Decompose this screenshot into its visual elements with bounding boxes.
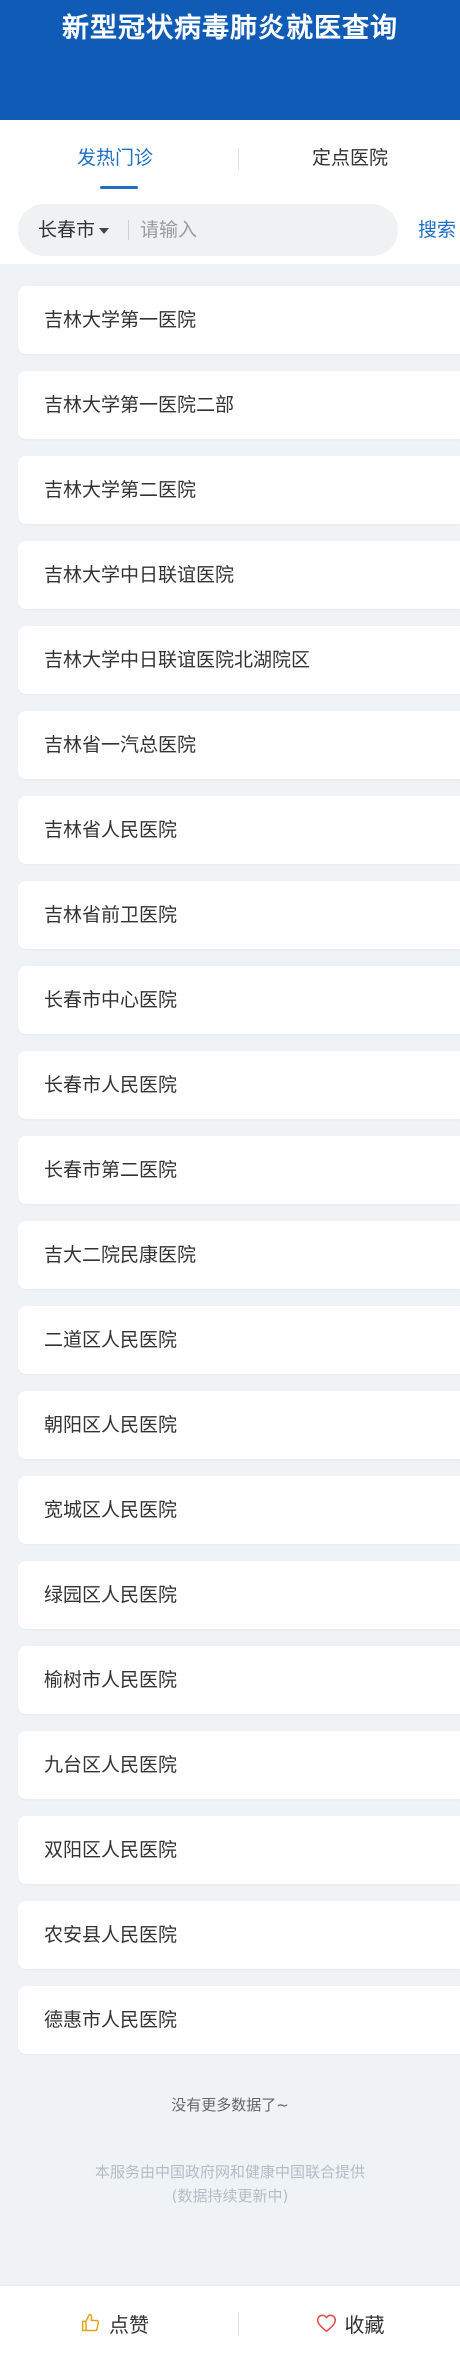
list-item[interactable]: 农安县人民医院: [18, 1901, 460, 1969]
list-item-label: 吉林大学中日联谊医院: [44, 564, 235, 586]
list-item-label: 吉林大学中日联谊医院北湖院区: [44, 649, 311, 671]
header: 新型冠状病毒肺炎就医查询: [0, 0, 460, 120]
list-item[interactable]: 朝阳区人民医院: [18, 1391, 460, 1459]
list-item[interactable]: 长春市人民医院: [18, 1051, 460, 1119]
list-item-label: 长春市第二医院: [44, 1159, 178, 1181]
list-item-label: 宽城区人民医院: [44, 1499, 178, 1521]
list-item-label: 长春市人民医院: [44, 1074, 178, 1096]
list-item-label: 吉林大学第二医院: [44, 479, 197, 501]
heart-icon: [316, 2314, 336, 2333]
list-item-label: 绿园区人民医院: [44, 1584, 178, 1606]
search-button[interactable]: 搜索: [418, 204, 456, 256]
list-item-label: 长春市中心医院: [44, 989, 178, 1011]
favorite-label: 收藏: [344, 2312, 385, 2337]
list-item-label: 农安县人民医院: [44, 1924, 178, 1946]
search-separator: [128, 220, 129, 240]
list-item[interactable]: 吉林大学中日联谊医院: [18, 541, 460, 609]
list-item[interactable]: 德惠市人民医院: [18, 1986, 460, 2054]
search-box: 长春市: [18, 204, 398, 256]
list-item-label: 朝阳区人民医院: [44, 1414, 178, 1436]
tab-bar: 发热门诊 定点医院: [0, 120, 460, 198]
list-item-label: 德惠市人民医院: [44, 2009, 178, 2031]
caret-down-icon: [99, 227, 110, 234]
city-select[interactable]: 长春市: [38, 204, 110, 256]
footer-note-line2: (数据持续更新中): [171, 2187, 289, 2205]
list-item-label: 二道区人民医院: [44, 1329, 178, 1351]
bottom-bar: 点赞 收藏: [0, 2285, 460, 2360]
list-item[interactable]: 吉林大学中日联谊医院北湖院区: [18, 626, 460, 694]
footer-note: 本服务由中国政府网和健康中国联合提供 (数据持续更新中): [0, 2160, 460, 2208]
active-tab-indicator: [100, 186, 138, 189]
list-item[interactable]: 宽城区人民医院: [18, 1476, 460, 1544]
list-item-label: 双阳区人民医院: [44, 1839, 178, 1861]
like-button[interactable]: 点赞: [0, 2286, 230, 2360]
list-item[interactable]: 双阳区人民医院: [18, 1816, 460, 1884]
search-input[interactable]: [140, 204, 380, 256]
list-item[interactable]: 长春市中心医院: [18, 966, 460, 1034]
list-item-label: 吉林大学第一医院: [44, 309, 197, 331]
city-select-label: 长春市: [38, 219, 96, 241]
page-title: 新型冠状病毒肺炎就医查询: [62, 13, 398, 44]
list-item[interactable]: 吉林大学第一医院二部: [18, 371, 460, 439]
list-item[interactable]: 绿园区人民医院: [18, 1561, 460, 1629]
footer-note-line1: 本服务由中国政府网和健康中国联合提供: [94, 2163, 365, 2181]
bottom-divider: [238, 2312, 239, 2336]
list-item-label: 吉林省一汽总医院: [44, 734, 197, 756]
list-item-label: 吉林省人民医院: [44, 819, 178, 841]
list-item-label: 九台区人民医院: [44, 1754, 178, 1776]
list-item[interactable]: 吉林省一汽总医院: [18, 711, 460, 779]
list-item[interactable]: 九台区人民医院: [18, 1731, 460, 1799]
no-more-data-text: 没有更多数据了~: [171, 2096, 289, 2114]
list-item-label: 吉大二院民康医院: [44, 1244, 197, 1266]
list-item[interactable]: 吉林大学第二医院: [18, 456, 460, 524]
thumbs-up-icon: [81, 2313, 100, 2332]
search-bar: 长春市 搜索: [0, 198, 460, 264]
list-item[interactable]: 吉大二院民康医院: [18, 1221, 460, 1289]
favorite-button[interactable]: 收藏: [240, 2286, 460, 2360]
like-label: 点赞: [109, 2312, 149, 2337]
list-item[interactable]: 吉林省前卫医院: [18, 881, 460, 949]
list-item-label: 榆树市人民医院: [44, 1669, 178, 1691]
list-item[interactable]: 二道区人民医院: [18, 1306, 460, 1374]
list-item-label: 吉林省前卫医院: [44, 904, 178, 926]
list-item[interactable]: 吉林大学第一医院: [18, 286, 460, 354]
list-item[interactable]: 榆树市人民医院: [18, 1646, 460, 1714]
tab-divider: [238, 148, 239, 170]
list-item-label: 吉林大学第一医院二部: [44, 394, 235, 416]
list-item[interactable]: 吉林省人民医院: [18, 796, 460, 864]
list-item[interactable]: 长春市第二医院: [18, 1136, 460, 1204]
tab-designated-hospital[interactable]: 定点医院: [240, 120, 460, 198]
